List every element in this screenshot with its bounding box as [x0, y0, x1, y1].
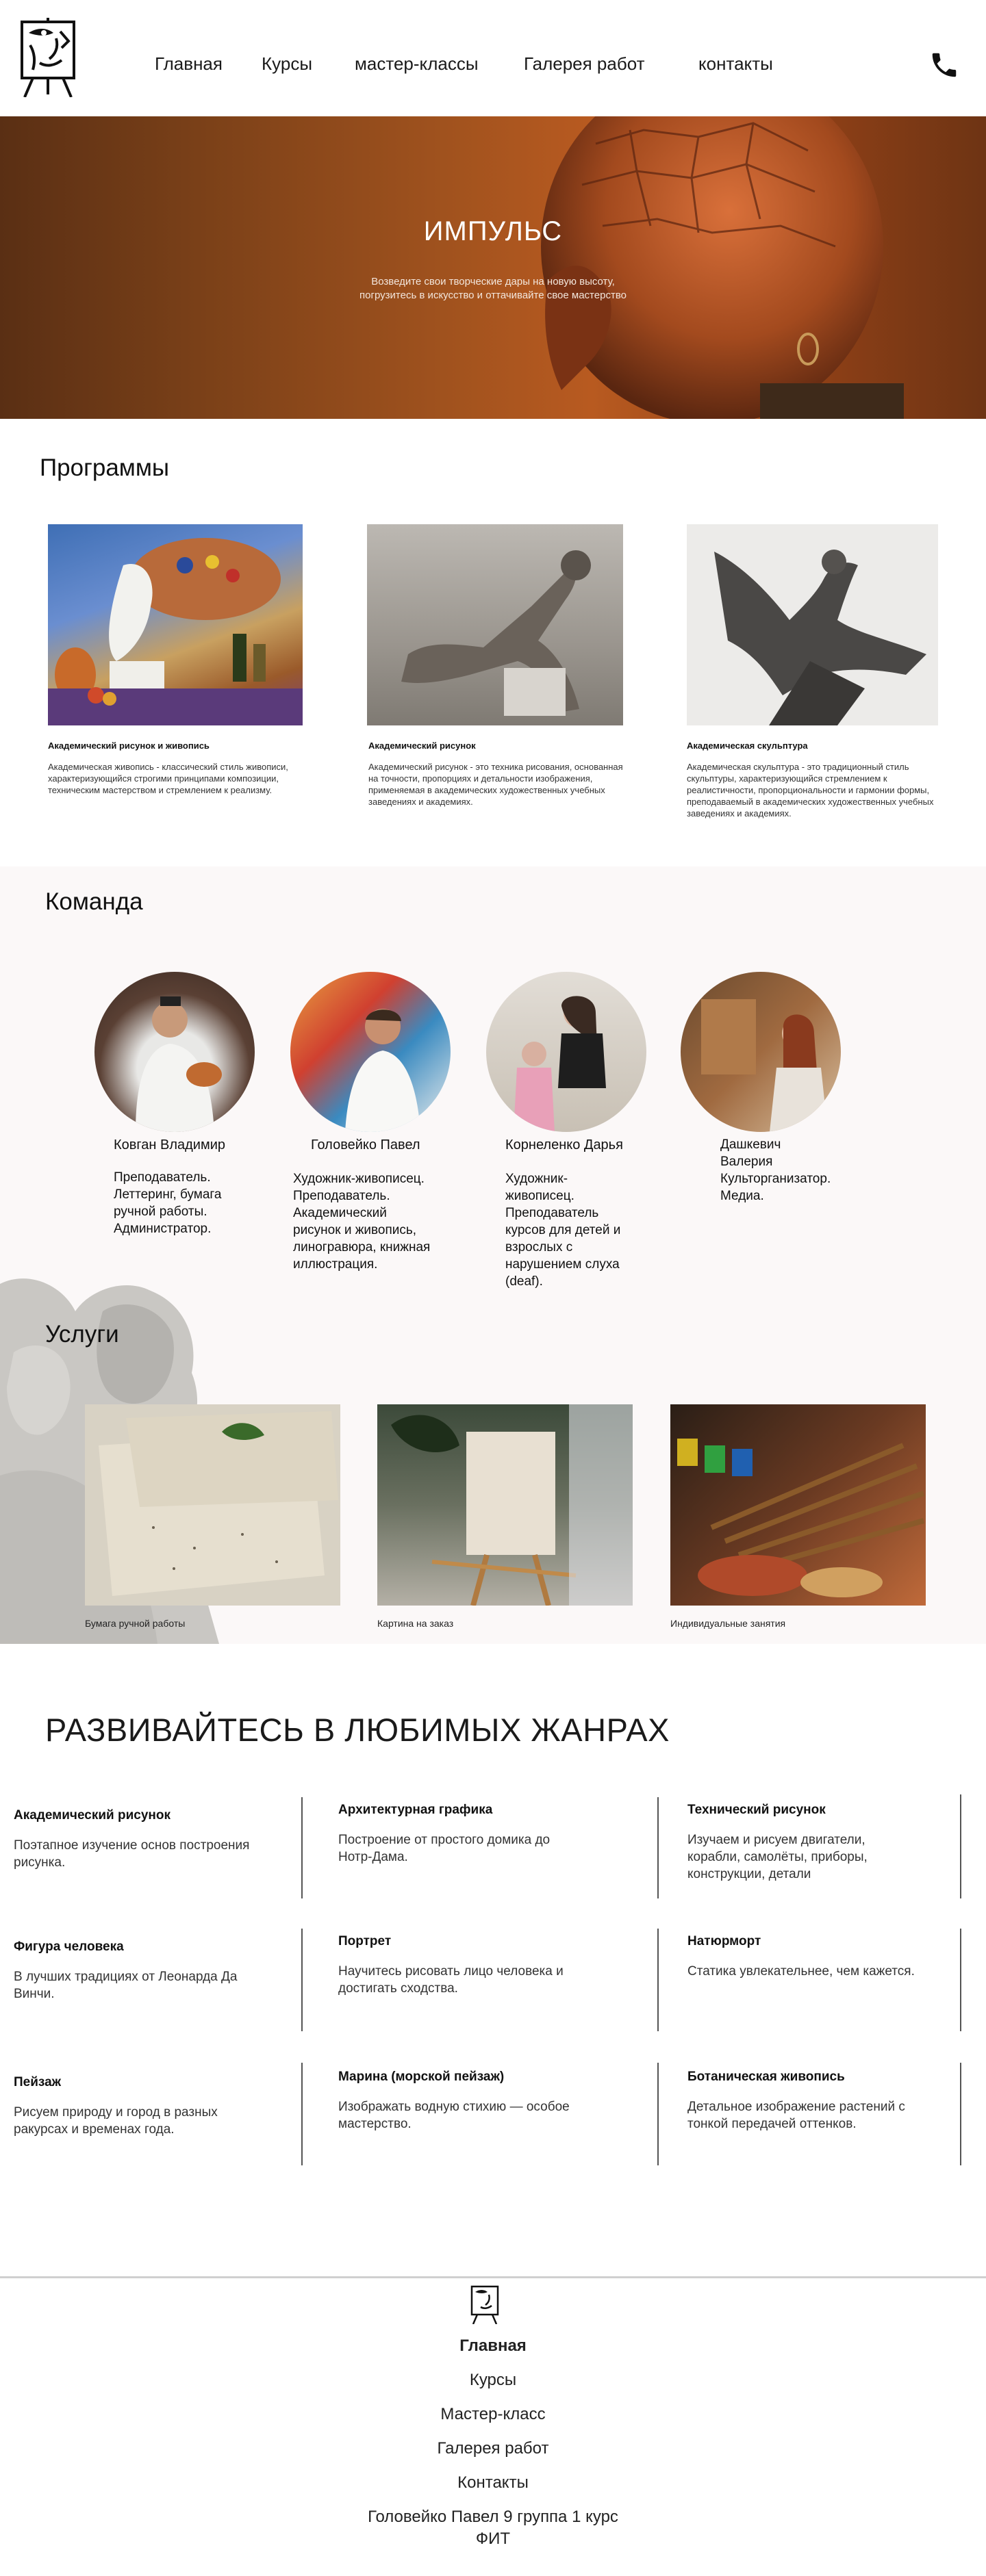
- program-description: Академическая скульптура - это традицион…: [687, 762, 934, 819]
- footer-link-masterclass[interactable]: Мастер-класс: [0, 2405, 986, 2424]
- programs-title: Программы: [40, 454, 170, 481]
- genre-divider: [301, 1797, 303, 1898]
- service-image-canvas[interactable]: [377, 1404, 633, 1606]
- hero-subtitle: Возведите свои творческие дары на новую …: [0, 275, 986, 302]
- genre-description: Статика увлекательнее, чем кажется.: [687, 1964, 915, 1979]
- service-image-paper[interactable]: [85, 1404, 340, 1606]
- footer-credit: Головейко Павел 9 группа 1 курс: [368, 2508, 618, 2526]
- nav-link-gallery[interactable]: Галерея работ: [524, 53, 645, 75]
- footer-link-gallery[interactable]: Галерея работ: [0, 2439, 986, 2458]
- genres-title: РАЗВИВАЙТЕСЬ В ЛЮБИМЫХ ЖАНРАХ: [45, 1712, 670, 1748]
- member-role: Художник-живописец. Преподаватель курсов д…: [505, 1172, 621, 1289]
- program-image-sculpture[interactable]: [687, 524, 938, 725]
- genre-name: Натюрморт: [687, 1934, 761, 1948]
- nav-link-masterclasses[interactable]: мастер-классы: [355, 53, 479, 75]
- service-image-brushes[interactable]: [670, 1404, 926, 1606]
- site-header: Главная Курсы мастер-классы Галерея рабо…: [0, 0, 986, 116]
- program-description: Академическая живопись - классический ст…: [48, 762, 288, 795]
- anatomical-head-image: [541, 116, 904, 419]
- genre-name: Портрет: [338, 1934, 392, 1948]
- avatar[interactable]: [486, 972, 646, 1132]
- genre-divider: [960, 1929, 961, 2031]
- genre-description: В лучших традициях от Леонарда Да Винчи.: [14, 1970, 238, 2001]
- service-label: Индивидуальные занятия: [670, 1618, 786, 1629]
- avatar[interactable]: [290, 972, 451, 1132]
- team-title: Команда: [45, 888, 143, 915]
- member-role: Дашкевич Валерия Культорганизатор. Медиа.: [720, 1137, 831, 1203]
- program-name: Академический рисунок и живопись: [48, 740, 210, 751]
- program-name: Академическая скульптура: [687, 740, 808, 751]
- hero-subtitle-line: погрузитесь в искусство и оттачивайте св…: [359, 289, 627, 301]
- genre-name: Фигура человека: [14, 1940, 124, 1954]
- genre-description: Рисуем природу и город в разных ракурсах …: [14, 2105, 218, 2137]
- genre-description: Построение от простого домика до Нотр-Дам…: [338, 1833, 551, 1864]
- genre-divider: [657, 1929, 659, 2031]
- services-title: Услуги: [45, 1321, 119, 1348]
- genre-description: Изображать водную стихию — особое мастерс…: [338, 2100, 570, 2131]
- genre-divider: [301, 2063, 303, 2165]
- member-role: Преподаватель. Леттеринг, бумага ручной ра…: [114, 1170, 222, 1236]
- genre-divider: [960, 1794, 961, 1898]
- service-label: Бумага ручной работы: [85, 1618, 186, 1629]
- genre-description: Детальное изображение растений с тонкой п…: [687, 2100, 905, 2131]
- genre-description: Научитесь рисовать лицо человека и достиг…: [338, 1964, 564, 1996]
- program-description: Академический рисунок - это техника рисо…: [368, 762, 623, 807]
- genre-divider: [960, 2063, 961, 2165]
- nav-link-contacts[interactable]: контакты: [698, 53, 773, 75]
- easel-face-logo-icon[interactable]: [468, 2284, 501, 2324]
- genre-name: Пейзаж: [14, 2075, 62, 2089]
- footer-link-contacts[interactable]: Контакты: [0, 2473, 986, 2493]
- footer-link-courses[interactable]: Курсы: [0, 2371, 986, 2390]
- program-name: Академический рисунок: [368, 740, 476, 751]
- nav-link-courses[interactable]: Курсы: [262, 53, 312, 75]
- avatar[interactable]: [681, 972, 841, 1132]
- member-name: Корнеленко Дарья: [505, 1137, 623, 1152]
- genre-name: Академический рисунок: [14, 1808, 170, 1822]
- avatar[interactable]: [94, 972, 255, 1132]
- genre-description: Изучаем и рисуем двигатели, корабли, само…: [687, 1833, 868, 1881]
- genre-divider: [301, 1929, 303, 2031]
- genre-description: Поэтапное изучение основ построения рисун…: [14, 1838, 250, 1870]
- member-role: Художник-живописец. Преподаватель. Академи…: [293, 1172, 431, 1272]
- footer-divider: [0, 2276, 986, 2278]
- member-name: Головейко Павел: [311, 1137, 420, 1152]
- hero-banner: ИМПУЛЬС Возведите свои творческие дары н…: [0, 116, 986, 419]
- member-name: Ковган Владимир: [114, 1137, 225, 1152]
- nav-link-home[interactable]: Главная: [155, 53, 223, 75]
- footer-link-home[interactable]: Главная: [0, 2336, 986, 2356]
- hero-subtitle-line: Возведите свои творческие дары на новую …: [371, 276, 615, 287]
- program-image-drawing[interactable]: [367, 524, 623, 725]
- main-nav: Главная Курсы мастер-классы Галерея рабо…: [0, 53, 986, 75]
- genre-name: Ботаническая живопись: [687, 2070, 845, 2084]
- service-label: Картина на заказ: [377, 1618, 454, 1629]
- program-image-painting[interactable]: [48, 524, 303, 725]
- footer-credit: ФИТ: [475, 2529, 511, 2548]
- genre-name: Марина (морской пейзаж): [338, 2070, 505, 2084]
- phone-icon[interactable]: [928, 49, 960, 81]
- genre-divider: [657, 2063, 659, 2165]
- hero-title: ИМПУЛЬС: [423, 216, 563, 246]
- genre-divider: [657, 1797, 659, 1898]
- genre-name: Технический рисунок: [687, 1803, 826, 1817]
- genre-name: Архитектурная графика: [338, 1803, 493, 1817]
